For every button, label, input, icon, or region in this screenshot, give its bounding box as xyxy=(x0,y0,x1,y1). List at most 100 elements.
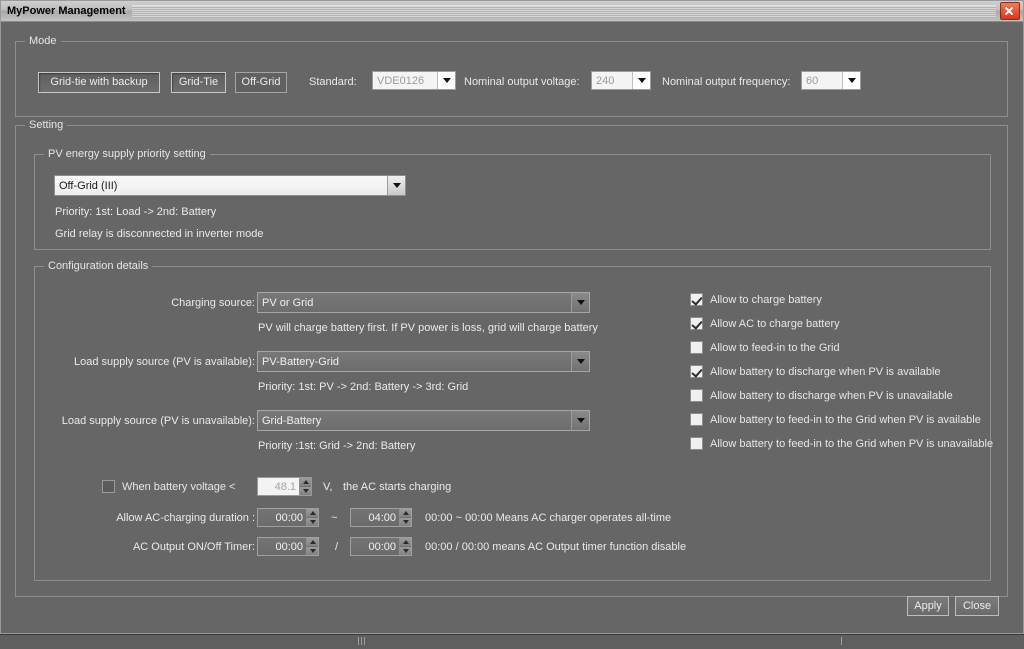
ac-charging-duration-to-stepper[interactable]: 04:00 xyxy=(350,508,412,527)
ac-charging-duration-to-value: 04:00 xyxy=(368,511,396,524)
chevron-down-icon xyxy=(387,176,405,195)
setting-group-legend: Setting xyxy=(25,119,68,131)
checkbox-allow-to-feed-in-to-the-grid[interactable]: Allow to feed-in to the Grid xyxy=(690,341,840,354)
ac-charging-duration-note: 00:00 ~ 00:00 Means AC charger operates … xyxy=(425,512,672,524)
chevron-down-icon xyxy=(632,72,650,89)
chevron-down-icon xyxy=(571,352,589,371)
pv-priority-note-2: Grid relay is disconnected in inverter m… xyxy=(55,228,264,240)
ac-output-timer-note: 00:00 / 00:00 means AC Output timer func… xyxy=(425,541,687,553)
pv-priority-select-value: Off-Grid (III) xyxy=(55,176,387,195)
battery-voltage-stepper[interactable]: 48.1 xyxy=(257,477,312,496)
window-title: MyPower Management xyxy=(7,5,126,17)
checkbox-icon xyxy=(690,317,703,330)
close-dialog-button[interactable]: Close xyxy=(955,596,999,616)
ac-charging-duration-label: Allow AC-charging duration : xyxy=(116,512,255,524)
stepper-up-icon[interactable] xyxy=(399,509,411,518)
stepper-up-icon[interactable] xyxy=(399,538,411,547)
close-button-label: Close xyxy=(962,599,992,612)
load-pv-unavailable-label: Load supply source (PV is unavailable): xyxy=(61,415,255,427)
stepper-buttons[interactable] xyxy=(306,538,318,555)
chevron-down-icon xyxy=(571,293,589,312)
battery-voltage-label: When battery voltage < xyxy=(122,480,236,493)
nominal-frequency-value: 60 xyxy=(802,72,842,89)
checkbox-label: Allow battery to feed-in to the Grid whe… xyxy=(710,413,981,426)
load-pv-available-note: Priority: 1st: PV -> 2nd: Battery -> 3rd… xyxy=(258,381,469,393)
checkbox-allow-ac-to-charge-battery[interactable]: Allow AC to charge battery xyxy=(690,317,840,330)
ac-output-timer-from-value: 00:00 xyxy=(275,540,303,553)
checkbox-allow-battery-feed-in-pv-available[interactable]: Allow battery to feed-in to the Grid whe… xyxy=(690,413,981,426)
checkbox-when-battery-voltage[interactable]: When battery voltage < xyxy=(102,480,235,493)
battery-voltage-value: 48.1 xyxy=(274,480,296,493)
checkbox-icon xyxy=(102,480,115,493)
battery-voltage-suffix: the AC starts charging xyxy=(343,481,452,493)
ac-output-timer-from-stepper[interactable]: 00:00 xyxy=(257,537,319,556)
apply-button[interactable]: Apply xyxy=(907,596,949,616)
taskbar-tick xyxy=(361,637,362,645)
stepper-buttons[interactable] xyxy=(299,478,311,495)
window-client-area: Mode Grid-tie with backup Grid-Tie Off-G… xyxy=(7,27,1017,627)
checkbox-allow-battery-discharge-pv-available[interactable]: Allow battery to discharge when PV is av… xyxy=(690,365,941,378)
ac-charging-duration-from-stepper[interactable]: 00:00 xyxy=(257,508,319,527)
ac-charging-duration-from-value: 00:00 xyxy=(275,511,303,524)
stepper-buttons[interactable] xyxy=(399,538,411,555)
checkbox-label: Allow to feed-in to the Grid xyxy=(710,341,840,354)
pv-priority-note-1: Priority: 1st: Load -> 2nd: Battery xyxy=(55,206,217,218)
taskbar-tick xyxy=(364,637,365,645)
checkbox-label: Allow battery to discharge when PV is un… xyxy=(710,389,953,402)
stepper-down-icon[interactable] xyxy=(399,518,411,526)
mode-button-grid-tie-with-backup-label: Grid-tie with backup xyxy=(50,76,148,88)
nominal-voltage-select[interactable]: 240 xyxy=(591,71,651,90)
stepper-up-icon[interactable] xyxy=(306,509,318,518)
stepper-buttons[interactable] xyxy=(306,509,318,526)
stepper-buttons[interactable] xyxy=(399,509,411,526)
ac-output-timer-to-stepper[interactable]: 00:00 xyxy=(350,537,412,556)
chevron-down-icon xyxy=(571,411,589,430)
chevron-down-icon xyxy=(437,72,455,89)
checkbox-icon xyxy=(690,389,703,402)
standard-select-value: VDE0126 xyxy=(373,72,437,89)
checkbox-icon xyxy=(690,365,703,378)
configuration-details-group: Configuration details Charging source: P… xyxy=(34,260,993,581)
stepper-down-icon[interactable] xyxy=(299,487,311,495)
load-pv-available-value: PV-Battery-Grid xyxy=(262,355,340,368)
ac-charging-duration-separator: ~ xyxy=(331,512,338,524)
checkbox-allow-to-charge-battery[interactable]: Allow to charge battery xyxy=(690,293,822,306)
stepper-down-icon[interactable] xyxy=(306,547,318,555)
mode-button-off-grid[interactable]: Off-Grid xyxy=(235,72,287,93)
checkbox-allow-battery-feed-in-pv-unavailable[interactable]: Allow battery to feed-in to the Grid whe… xyxy=(690,437,993,450)
stepper-down-icon[interactable] xyxy=(399,547,411,555)
application-window: MyPower Management Mode Grid-tie with ba… xyxy=(0,0,1024,634)
close-icon[interactable] xyxy=(1000,2,1020,20)
stepper-up-icon[interactable] xyxy=(299,478,311,487)
load-pv-unavailable-value: Grid-Battery xyxy=(262,414,322,427)
checkbox-allow-battery-discharge-pv-unavailable[interactable]: Allow battery to discharge when PV is un… xyxy=(690,389,953,402)
charging-source-select[interactable]: PV or Grid xyxy=(257,292,590,313)
stepper-down-icon[interactable] xyxy=(306,518,318,526)
taskbar[interactable] xyxy=(0,634,1024,649)
nominal-frequency-select[interactable]: 60 xyxy=(801,71,861,90)
nominal-voltage-label: Nominal output voltage: xyxy=(464,76,580,88)
ac-output-timer-label: AC Output ON/Off Timer: xyxy=(132,541,255,553)
apply-button-label: Apply xyxy=(914,599,942,612)
stepper-up-icon[interactable] xyxy=(306,538,318,547)
charging-source-label: Charging source: xyxy=(171,297,255,309)
title-bar: MyPower Management xyxy=(1,1,1023,22)
checkbox-icon xyxy=(690,413,703,426)
mode-button-grid-tie[interactable]: Grid-Tie xyxy=(171,72,226,93)
load-pv-available-select[interactable]: PV-Battery-Grid xyxy=(257,351,590,372)
pv-priority-group: PV energy supply priority setting Off-Gr… xyxy=(34,148,991,250)
standard-select[interactable]: VDE0126 xyxy=(372,71,456,90)
checkbox-label: Allow AC to charge battery xyxy=(710,317,840,330)
pv-priority-select[interactable]: Off-Grid (III) xyxy=(54,175,406,196)
checkbox-label: Allow battery to feed-in to the Grid whe… xyxy=(710,437,994,450)
checkbox-label: Allow to charge battery xyxy=(710,293,822,306)
load-pv-unavailable-select[interactable]: Grid-Battery xyxy=(257,410,590,431)
configuration-details-legend: Configuration details xyxy=(44,260,153,272)
pv-priority-group-legend: PV energy supply priority setting xyxy=(44,148,210,160)
ac-output-timer-separator: / xyxy=(335,541,339,553)
mode-button-grid-tie-label: Grid-Tie xyxy=(178,76,219,88)
taskbar-tick xyxy=(358,637,359,645)
mode-button-grid-tie-with-backup[interactable]: Grid-tie with backup xyxy=(38,72,160,93)
ac-output-timer-to-value: 00:00 xyxy=(368,540,396,553)
checkbox-label: Allow battery to discharge when PV is av… xyxy=(710,365,941,378)
